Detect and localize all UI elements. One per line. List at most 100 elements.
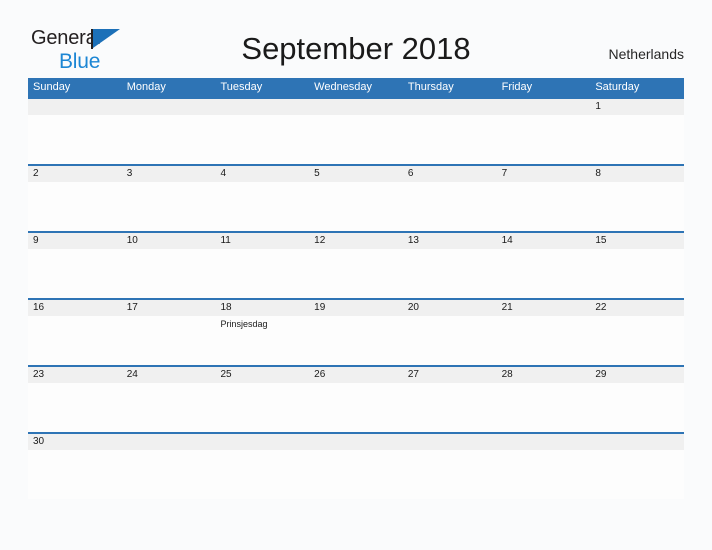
day-number[interactable]: 29 — [590, 367, 684, 383]
day-cell[interactable] — [28, 249, 122, 298]
weekday-header-wednesday: Wednesday — [314, 81, 373, 93]
day-cell[interactable] — [590, 383, 684, 432]
day-number[interactable]: 5 — [309, 166, 403, 182]
day-number[interactable]: 14 — [497, 233, 591, 249]
day-number[interactable] — [122, 434, 216, 450]
day-cell[interactable] — [403, 182, 497, 231]
day-number[interactable]: 23 — [28, 367, 122, 383]
day-cell[interactable] — [403, 450, 497, 499]
day-number[interactable] — [309, 434, 403, 450]
week-row: 30 — [28, 432, 684, 499]
week-number-band: 9 10 11 12 13 14 15 — [28, 233, 684, 249]
day-number[interactable] — [403, 434, 497, 450]
day-cell[interactable] — [122, 115, 216, 164]
day-cell[interactable] — [309, 115, 403, 164]
day-number[interactable] — [309, 99, 403, 115]
day-number[interactable]: 6 — [403, 166, 497, 182]
day-cell[interactable] — [497, 182, 591, 231]
day-number[interactable]: 30 — [28, 434, 122, 450]
day-number[interactable] — [215, 99, 309, 115]
day-cell[interactable] — [403, 383, 497, 432]
day-number[interactable] — [497, 434, 591, 450]
day-number[interactable]: 1 — [590, 99, 684, 115]
day-cell[interactable] — [590, 182, 684, 231]
day-number[interactable]: 27 — [403, 367, 497, 383]
day-cell[interactable] — [215, 383, 309, 432]
day-cell[interactable] — [590, 115, 684, 164]
day-number[interactable] — [215, 434, 309, 450]
week-body-band: Prinsjesdag — [28, 316, 684, 365]
day-cell[interactable] — [28, 115, 122, 164]
day-number[interactable]: 26 — [309, 367, 403, 383]
weekday-header-row: Sunday Monday Tuesday Wednesday Thursday… — [28, 78, 684, 97]
day-cell[interactable] — [309, 383, 403, 432]
day-number[interactable]: 13 — [403, 233, 497, 249]
day-number[interactable]: 4 — [215, 166, 309, 182]
week-number-band: 30 — [28, 434, 684, 450]
day-number[interactable]: 15 — [590, 233, 684, 249]
day-number[interactable] — [122, 99, 216, 115]
page-header: General Blue September 2018 Netherlands — [0, 0, 712, 76]
day-number[interactable]: 7 — [497, 166, 591, 182]
day-number[interactable] — [403, 99, 497, 115]
day-cell[interactable] — [215, 249, 309, 298]
day-cell[interactable] — [122, 316, 216, 365]
day-number[interactable]: 3 — [122, 166, 216, 182]
day-cell[interactable]: Prinsjesdag — [215, 316, 309, 365]
day-number[interactable]: 8 — [590, 166, 684, 182]
day-cell[interactable] — [215, 182, 309, 231]
week-body-band — [28, 115, 684, 164]
week-body-band — [28, 383, 684, 432]
day-number[interactable] — [590, 434, 684, 450]
week-row: 23 24 25 26 27 28 29 — [28, 365, 684, 432]
day-cell[interactable] — [28, 182, 122, 231]
day-cell[interactable] — [309, 249, 403, 298]
day-cell[interactable] — [28, 383, 122, 432]
day-cell[interactable] — [497, 316, 591, 365]
day-number[interactable]: 25 — [215, 367, 309, 383]
day-cell[interactable] — [497, 450, 591, 499]
day-number[interactable]: 17 — [122, 300, 216, 316]
region-label: Netherlands — [608, 46, 685, 62]
day-number[interactable]: 18 — [215, 300, 309, 316]
day-cell[interactable] — [590, 450, 684, 499]
week-row: 1 — [28, 97, 684, 164]
week-body-band — [28, 182, 684, 231]
day-cell[interactable] — [309, 450, 403, 499]
day-cell[interactable] — [122, 249, 216, 298]
day-cell[interactable] — [309, 182, 403, 231]
day-number[interactable]: 2 — [28, 166, 122, 182]
day-cell[interactable] — [497, 249, 591, 298]
day-number[interactable]: 24 — [122, 367, 216, 383]
day-number[interactable]: 21 — [497, 300, 591, 316]
day-number[interactable]: 28 — [497, 367, 591, 383]
day-number[interactable]: 16 — [28, 300, 122, 316]
day-cell[interactable] — [403, 316, 497, 365]
day-cell[interactable] — [497, 383, 591, 432]
day-number[interactable]: 19 — [309, 300, 403, 316]
day-number[interactable]: 12 — [309, 233, 403, 249]
day-number[interactable] — [28, 99, 122, 115]
week-number-band: 1 — [28, 99, 684, 115]
day-cell[interactable] — [28, 450, 122, 499]
day-cell[interactable] — [215, 115, 309, 164]
day-number[interactable]: 11 — [215, 233, 309, 249]
day-cell[interactable] — [122, 450, 216, 499]
day-number[interactable] — [497, 99, 591, 115]
calendar-page: General Blue September 2018 Netherlands … — [0, 0, 712, 550]
day-number[interactable]: 20 — [403, 300, 497, 316]
day-cell[interactable] — [590, 316, 684, 365]
day-cell[interactable] — [403, 249, 497, 298]
day-cell[interactable] — [497, 115, 591, 164]
day-number[interactable]: 22 — [590, 300, 684, 316]
day-cell[interactable] — [122, 182, 216, 231]
day-cell[interactable] — [403, 115, 497, 164]
day-number[interactable]: 10 — [122, 233, 216, 249]
day-cell[interactable] — [122, 383, 216, 432]
day-number[interactable]: 9 — [28, 233, 122, 249]
day-cell[interactable] — [215, 450, 309, 499]
day-cell[interactable] — [309, 316, 403, 365]
day-cell[interactable] — [590, 249, 684, 298]
day-cell[interactable] — [28, 316, 122, 365]
calendar-grid: Sunday Monday Tuesday Wednesday Thursday… — [28, 78, 684, 499]
